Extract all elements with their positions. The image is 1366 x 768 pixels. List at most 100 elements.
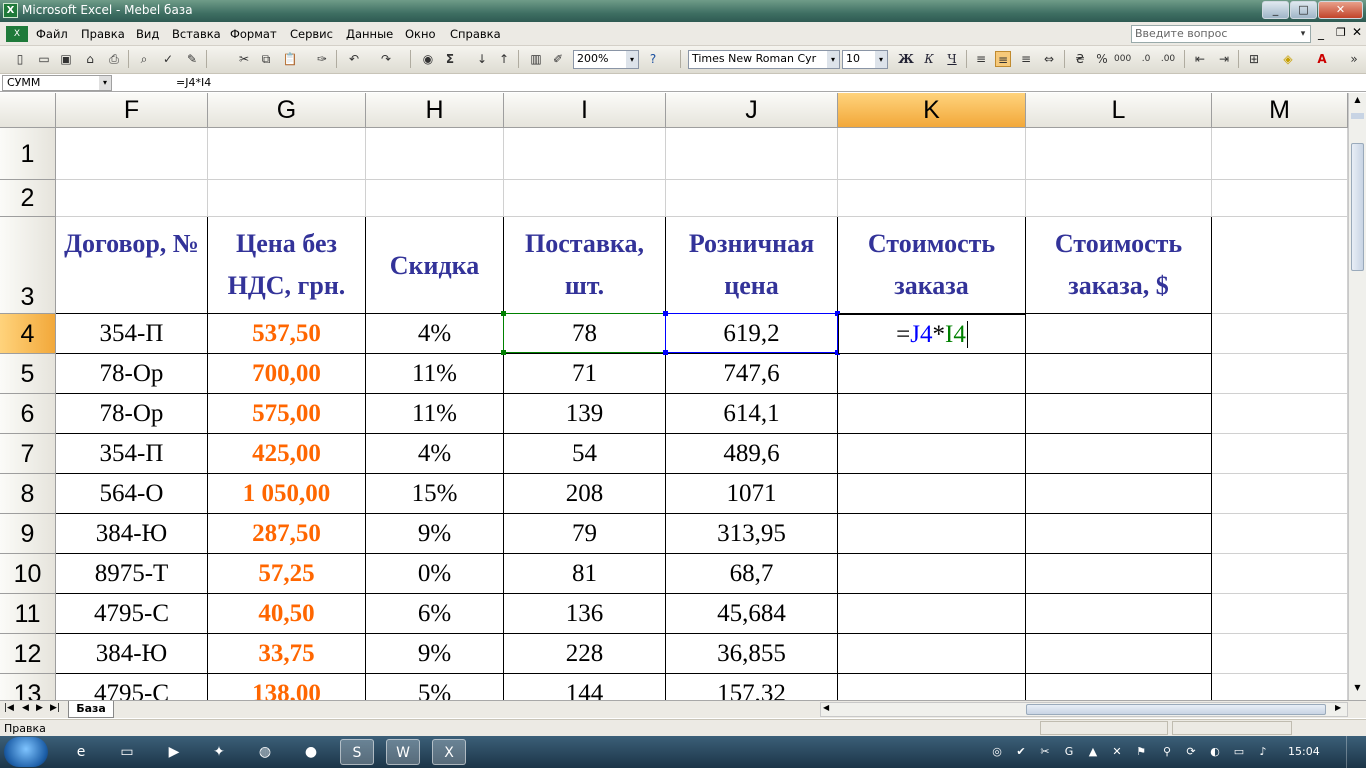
- cell-l10[interactable]: [1026, 554, 1212, 594]
- firefox-icon[interactable]: ◍: [248, 739, 282, 765]
- cell-l8[interactable]: [1026, 474, 1212, 514]
- cell-l12[interactable]: [1026, 634, 1212, 674]
- horizontal-scroll-thumb[interactable]: [1026, 704, 1326, 715]
- cell-g1[interactable]: [208, 128, 366, 180]
- row-header-10[interactable]: 10: [0, 554, 56, 594]
- cell-j13[interactable]: 157,32: [666, 674, 838, 700]
- menu-edit[interactable]: Правка: [81, 27, 125, 41]
- redo-icon[interactable]: ↷: [378, 51, 394, 67]
- cell-i5[interactable]: 71: [504, 354, 666, 394]
- document-icon[interactable]: X: [6, 26, 28, 42]
- app-icon[interactable]: ●: [294, 739, 328, 765]
- cell-g13[interactable]: 138,00: [208, 674, 366, 700]
- drawing-icon[interactable]: ✐: [550, 51, 566, 67]
- save-icon[interactable]: ▣: [58, 51, 74, 67]
- cell-f5[interactable]: 78-Ор: [56, 354, 208, 394]
- range-handle-i4-tl[interactable]: [501, 311, 506, 316]
- cell-m5[interactable]: [1212, 354, 1348, 394]
- cell-m3[interactable]: [1212, 217, 1348, 314]
- menu-format[interactable]: Формат: [230, 27, 277, 41]
- header-delivery[interactable]: Поставка, шт.: [504, 217, 666, 314]
- first-sheet-icon[interactable]: |◀: [4, 703, 14, 713]
- cell-f11[interactable]: 4795-С: [56, 594, 208, 634]
- decrease-indent-icon[interactable]: ⇤: [1192, 51, 1208, 67]
- cell-i8[interactable]: 208: [504, 474, 666, 514]
- scroll-left-icon[interactable]: ◀: [823, 703, 829, 712]
- select-all-corner[interactable]: [0, 93, 56, 128]
- cell-m1[interactable]: [1212, 128, 1348, 180]
- column-header-j[interactable]: J: [666, 93, 838, 128]
- header-contract[interactable]: Договор, №: [56, 217, 208, 314]
- cell-h12[interactable]: 9%: [366, 634, 504, 674]
- last-sheet-icon[interactable]: ▶|: [50, 703, 60, 713]
- cell-g10[interactable]: 57,25: [208, 554, 366, 594]
- cell-l2[interactable]: [1026, 180, 1212, 217]
- cell-g12[interactable]: 33,75: [208, 634, 366, 674]
- cell-k5[interactable]: [838, 354, 1026, 394]
- cell-j2[interactable]: [666, 180, 838, 217]
- new-icon[interactable]: ▯: [12, 51, 28, 67]
- cell-h1[interactable]: [366, 128, 504, 180]
- word-icon[interactable]: W: [386, 739, 420, 765]
- cell-h9[interactable]: 9%: [366, 514, 504, 554]
- cell-g2[interactable]: [208, 180, 366, 217]
- column-header-f[interactable]: F: [56, 93, 208, 128]
- question-dropdown-icon[interactable]: ▾: [1297, 26, 1309, 42]
- cell-h2[interactable]: [366, 180, 504, 217]
- cell-k9[interactable]: [838, 514, 1026, 554]
- cell-h10[interactable]: 0%: [366, 554, 504, 594]
- cell-k12[interactable]: [838, 634, 1026, 674]
- cell-g5[interactable]: 700,00: [208, 354, 366, 394]
- row-header-9[interactable]: 9: [0, 514, 56, 554]
- cell-i12[interactable]: 228: [504, 634, 666, 674]
- align-right-icon[interactable]: ≡: [1018, 51, 1034, 67]
- cell-g11[interactable]: 40,50: [208, 594, 366, 634]
- cell-f9[interactable]: 384-Ю: [56, 514, 208, 554]
- header-price[interactable]: Цена без НДС, грн.: [208, 217, 366, 314]
- borders-icon[interactable]: ⊞: [1246, 51, 1262, 67]
- bold-button[interactable]: Ж: [897, 51, 915, 68]
- cell-m13[interactable]: [1212, 674, 1348, 700]
- prev-sheet-icon[interactable]: ◀: [22, 703, 29, 713]
- cell-h13[interactable]: 5%: [366, 674, 504, 700]
- cell-j1[interactable]: [666, 128, 838, 180]
- range-handle-i4-bl[interactable]: [501, 350, 506, 355]
- menu-file[interactable]: Файл: [36, 27, 68, 41]
- tray-shield-icon[interactable]: ✔: [1014, 745, 1028, 759]
- research-icon[interactable]: ✎: [184, 51, 200, 67]
- permission-icon[interactable]: ⌂: [82, 51, 98, 67]
- row-header-12[interactable]: 12: [0, 634, 56, 674]
- cell-k13[interactable]: [838, 674, 1026, 700]
- volume-icon[interactable]: ♪: [1256, 745, 1270, 759]
- font-name-dropdown-icon[interactable]: ▾: [827, 51, 839, 68]
- cell-l13[interactable]: [1026, 674, 1212, 700]
- cell-f2[interactable]: [56, 180, 208, 217]
- cell-f12[interactable]: 384-Ю: [56, 634, 208, 674]
- menu-tools[interactable]: Сервис: [290, 27, 333, 41]
- font-size-combo[interactable]: 10 ▾: [842, 50, 888, 69]
- cell-m4[interactable]: [1212, 314, 1348, 354]
- question-input[interactable]: Введите вопрос: [1131, 25, 1311, 43]
- cell-k7[interactable]: [838, 434, 1026, 474]
- cell-i6[interactable]: 139: [504, 394, 666, 434]
- cell-j7[interactable]: 489,6: [666, 434, 838, 474]
- header-order-cost-usd[interactable]: Стоимость заказа, $: [1026, 217, 1212, 314]
- column-header-k[interactable]: K: [838, 93, 1026, 128]
- cell-k10[interactable]: [838, 554, 1026, 594]
- vertical-scrollbar[interactable]: ▲ ▼: [1348, 93, 1366, 700]
- menu-window[interactable]: Окно: [405, 27, 436, 41]
- column-header-m[interactable]: M: [1212, 93, 1348, 128]
- chart-wizard-icon[interactable]: ▥: [528, 51, 544, 67]
- tray-monitor-icon[interactable]: ▭: [1232, 745, 1246, 759]
- row-header-6[interactable]: 6: [0, 394, 56, 434]
- increase-decimal-icon[interactable]: .0: [1138, 51, 1154, 67]
- header-discount[interactable]: Скидка: [366, 217, 504, 314]
- print-preview-icon[interactable]: ⌕: [136, 51, 152, 67]
- excel-app-icon[interactable]: X: [3, 3, 18, 18]
- cell-k8[interactable]: [838, 474, 1026, 514]
- cell-i9[interactable]: 79: [504, 514, 666, 554]
- cell-m8[interactable]: [1212, 474, 1348, 514]
- next-sheet-icon[interactable]: ▶: [36, 703, 43, 713]
- clock[interactable]: 15:04: [1288, 745, 1320, 758]
- row-header-3[interactable]: 3: [0, 217, 56, 314]
